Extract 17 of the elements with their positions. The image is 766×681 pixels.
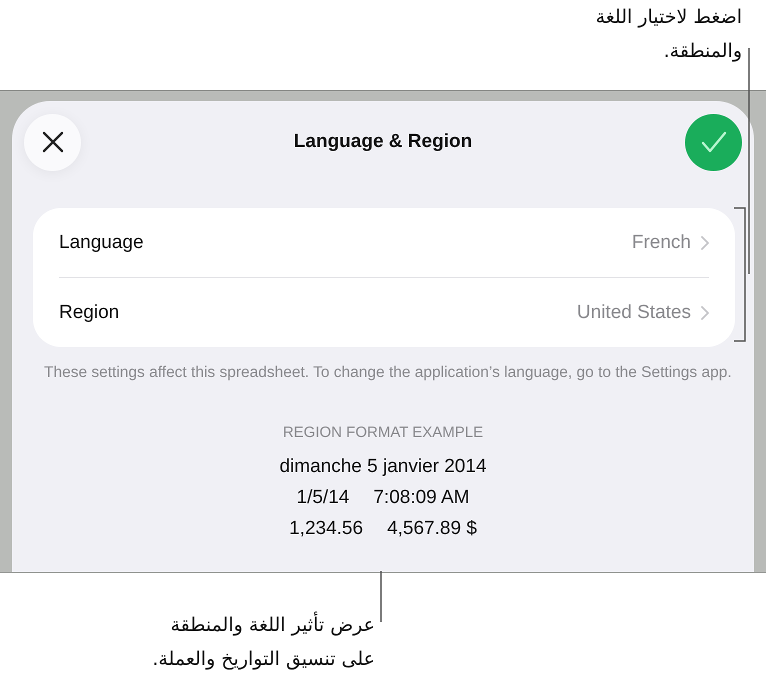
callout-text: اضغط لاختيار اللغة والمنطقة.: [596, 5, 742, 64]
section-heading: REGION FORMAT EXAMPLE: [282, 424, 484, 441]
close-icon: [42, 131, 64, 153]
format-example: 1/5/14: [296, 486, 350, 510]
info-text: These settings affect this spreadsheet. To change the application’s language, go to the Settings app.: [44, 363, 732, 383]
settings-row[interactable]: Language French: [59, 208, 709, 277]
checkmark-icon: [700, 131, 726, 153]
callout-text: عرض تأثير اللغة والمنطقة على تنسيق التواريخ والعملة.: [152, 608, 375, 676]
format-example: 1,234.56: [289, 517, 364, 541]
format-example: 4,567.89 $: [387, 517, 477, 541]
sheet-title: Language & Region: [294, 131, 472, 153]
format-example: 7:08:09 AM: [373, 486, 470, 510]
settings-row[interactable]: Region United States: [59, 277, 709, 347]
chevron-icon: [701, 236, 709, 250]
format-example: dimanche 5 janvier 2014: [279, 455, 487, 479]
chevron-icon: [701, 306, 709, 320]
leader-line: [380, 571, 382, 622]
